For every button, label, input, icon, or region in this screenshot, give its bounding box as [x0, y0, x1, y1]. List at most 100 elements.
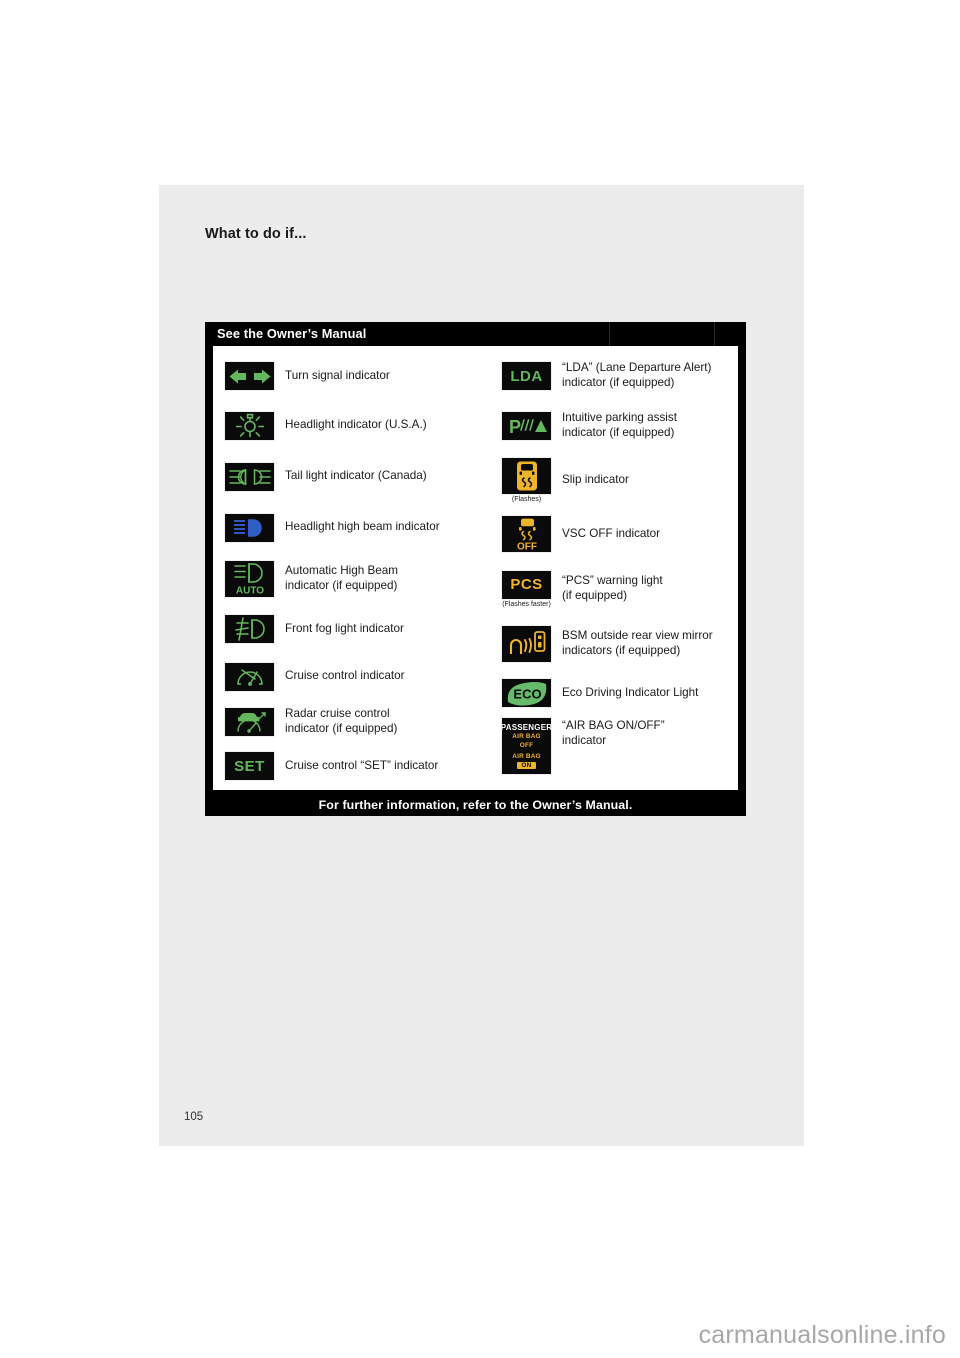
table-row: AUTO Automatic High Beam indicator (if e…: [213, 553, 490, 604]
icon-cell: [224, 614, 275, 644]
table-row: Headlight high beam indicator: [213, 502, 490, 553]
table-row: OFF VSC OFF indicator: [490, 509, 738, 559]
icon-text-lda: LDA: [510, 367, 543, 385]
icon-cell: [224, 512, 275, 543]
icon-cell: [224, 361, 275, 391]
icon-cell: LDA: [501, 361, 552, 391]
row-label-line1: Front fog light indicator: [285, 621, 404, 635]
table-row: P Intuitive parking assist indicator (if…: [490, 400, 738, 451]
row-label-line1: Turn signal indicator: [285, 368, 390, 382]
radar-cruise-control-icon: [224, 706, 275, 737]
table-row: Cruise control indicator: [213, 654, 490, 699]
row-label: “PCS” warning light (if equipped): [552, 574, 738, 604]
table-body: Turn signal indicator Headlight indicato…: [213, 346, 738, 790]
air-bag-on-off-icon: PASSENGER AIR BAG OFF AIR BAG ON: [501, 717, 552, 775]
row-label: Tail light indicator (Canada): [275, 469, 490, 484]
row-label-line1: Cruise control “SET” indicator: [285, 758, 439, 772]
row-label: Turn signal indicator: [275, 369, 490, 384]
automatic-high-beam-icon: AUTO: [224, 559, 275, 598]
row-label-line1: Headlight indicator (U.S.A.): [285, 418, 427, 432]
indicator-table: See the Owner’s Manual Turn signal indic…: [205, 322, 746, 816]
icon-text-airbag-on-label: AIR BAG: [512, 753, 541, 761]
icon-cell: [501, 625, 552, 663]
cruise-set-icon: SET: [224, 751, 275, 781]
table-row: Headlight indicator (U.S.A.): [213, 400, 490, 451]
row-label-line2: indicator (if equipped): [562, 376, 675, 389]
bsm-mirror-icon: [501, 625, 552, 663]
table-row: BSM outside rear view mirror indicators …: [490, 619, 738, 669]
vsc-off-icon: OFF: [501, 515, 552, 553]
icon-cell: [224, 661, 275, 692]
intuitive-parking-assist-icon: P: [501, 410, 552, 441]
slip-indicator-icon: [501, 456, 552, 495]
table-row: PCS (Flashes faster) “PCS” warning light…: [490, 559, 738, 619]
icon-cell: SET: [224, 751, 275, 781]
high-beam-icon: [224, 512, 275, 543]
table-row: ECO Eco Driving Indicator Light: [490, 669, 738, 717]
row-label-line1: Tail light indicator (Canada): [285, 469, 427, 483]
icon-note: (Flashes faster): [502, 600, 551, 608]
row-label-line1: Eco Driving Indicator Light: [562, 685, 699, 699]
icon-text-passenger: PASSENGER: [501, 723, 552, 733]
row-label-line1: “LDA” (Lane Departure Alert): [562, 361, 712, 375]
icon-cell: P: [501, 410, 552, 441]
row-label-line1: Slip indicator: [562, 472, 629, 486]
right-column: LDA “LDA” (Lane Departure Alert) indicat…: [490, 346, 738, 790]
row-label-line2: indicator: [562, 733, 607, 747]
header-divider-1: [609, 322, 610, 346]
page-title: What to do if...: [205, 226, 307, 242]
header-divider-2: [714, 322, 715, 346]
icon-cell: [224, 461, 275, 492]
page-number: 105: [184, 1111, 204, 1123]
icon-cell: AUTO: [224, 559, 275, 598]
icon-text-off: OFF: [519, 741, 534, 749]
lda-icon: LDA: [501, 361, 552, 391]
table-row: Front fog light indicator: [213, 604, 490, 654]
row-label-line1: VSC OFF indicator: [562, 526, 661, 540]
row-label-line2: indicator (if equipped): [562, 425, 675, 439]
row-label-line2: indicator (if equipped): [285, 578, 398, 592]
left-column: Turn signal indicator Headlight indicato…: [213, 346, 490, 790]
table-row: SET Cruise control “SET” indicator: [213, 744, 490, 788]
table-row: PASSENGER AIR BAG OFF AIR BAG ON “AIR BA…: [490, 717, 738, 777]
row-label: “AIR BAG ON/OFF” indicator: [552, 717, 738, 749]
row-label: Automatic High Beam indicator (if equipp…: [275, 564, 490, 594]
table-row: Turn signal indicator: [213, 352, 490, 400]
icon-cell: OFF: [501, 515, 552, 553]
icon-cell: (Flashes): [501, 456, 552, 503]
row-label: VSC OFF indicator: [552, 527, 738, 542]
row-label: Front fog light indicator: [275, 622, 490, 637]
cruise-control-icon: [224, 661, 275, 692]
row-label-line1: Headlight high beam indicator: [285, 520, 440, 534]
front-fog-light-icon: [224, 614, 275, 644]
row-label-line1: Radar cruise control: [285, 706, 390, 720]
row-label: Cruise control “SET” indicator: [275, 759, 490, 774]
icon-cell: [224, 410, 275, 441]
icon-text-eco: ECO: [513, 687, 541, 702]
watermark: carmanualsonline.info: [698, 1321, 946, 1349]
row-label: Radar cruise control indicator (if equip…: [275, 707, 490, 737]
table-row: (Flashes) Slip indicator: [490, 451, 738, 509]
headlight-indicator-icon: [224, 410, 275, 441]
icon-text-auto: AUTO: [235, 585, 263, 596]
icon-cell: PASSENGER AIR BAG OFF AIR BAG ON: [501, 717, 552, 775]
table-row: Tail light indicator (Canada): [213, 451, 490, 502]
row-label-line2: indicator (if equipped): [285, 721, 398, 735]
row-label: Headlight indicator (U.S.A.): [275, 418, 490, 433]
icon-text-airbag-off-label: AIR BAG: [512, 733, 541, 741]
row-label-line2: indicators (if equipped): [562, 644, 681, 657]
turn-signal-arrows-icon: [224, 361, 275, 391]
icon-cell: PCS (Flashes faster): [501, 569, 552, 608]
pcs-warning-icon: PCS: [501, 569, 552, 600]
row-label: “LDA” (Lane Departure Alert) indicator (…: [552, 361, 738, 391]
row-label: BSM outside rear view mirror indicators …: [552, 629, 738, 659]
icon-text-set: SET: [234, 757, 265, 775]
svg-text:P: P: [509, 417, 521, 437]
icon-text-off: OFF: [517, 542, 537, 552]
row-label: Cruise control indicator: [275, 669, 490, 684]
table-row: LDA “LDA” (Lane Departure Alert) indicat…: [490, 352, 738, 400]
row-label-line1: Intuitive parking assist: [562, 410, 677, 424]
row-label-line1: Automatic High Beam: [285, 563, 399, 577]
row-label: Eco Driving Indicator Light: [552, 686, 738, 701]
eco-driving-icon: ECO: [501, 678, 552, 708]
